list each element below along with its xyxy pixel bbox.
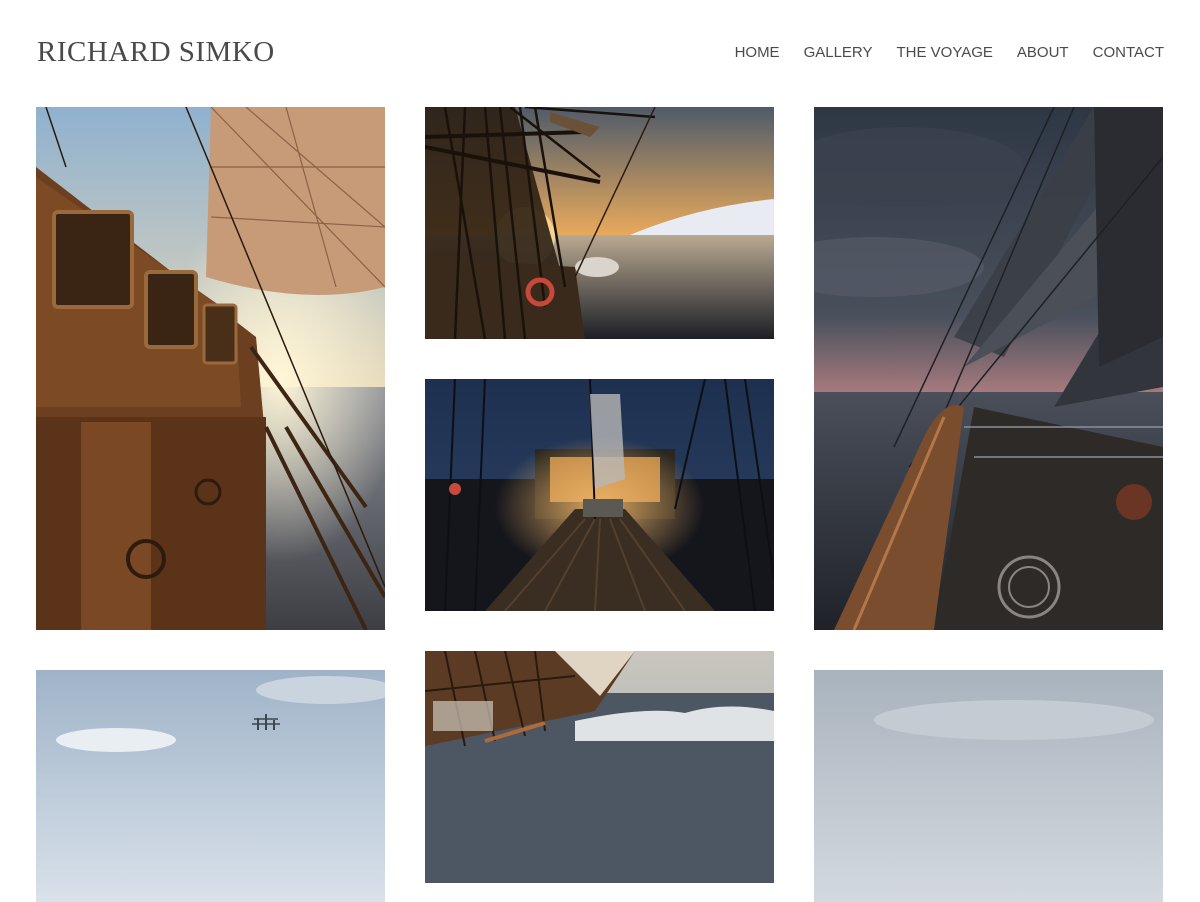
nav-gallery[interactable]: GALLERY (804, 44, 873, 61)
gallery-photo-overcast[interactable] (814, 670, 1163, 902)
gallery-photo-rigging-sunset[interactable] (425, 107, 774, 339)
gallery-photo-stormy-sails[interactable] (814, 107, 1163, 630)
gallery-photo-rough-sea[interactable] (425, 651, 774, 883)
nav-about[interactable]: ABOUT (1017, 44, 1069, 61)
gallery-photo-wheelhouse[interactable] (36, 107, 385, 630)
site-title[interactable]: RICHARD SIMKO (37, 36, 275, 69)
main-nav: HOME GALLERY THE VOYAGE ABOUT CONTACT (735, 44, 1164, 61)
nav-home[interactable]: HOME (735, 44, 780, 61)
gallery-photo-night-deck[interactable] (425, 379, 774, 611)
nav-the-voyage[interactable]: THE VOYAGE (897, 44, 993, 61)
nav-contact[interactable]: CONTACT (1093, 44, 1164, 61)
gallery-photo-distant-ship[interactable] (36, 670, 385, 902)
